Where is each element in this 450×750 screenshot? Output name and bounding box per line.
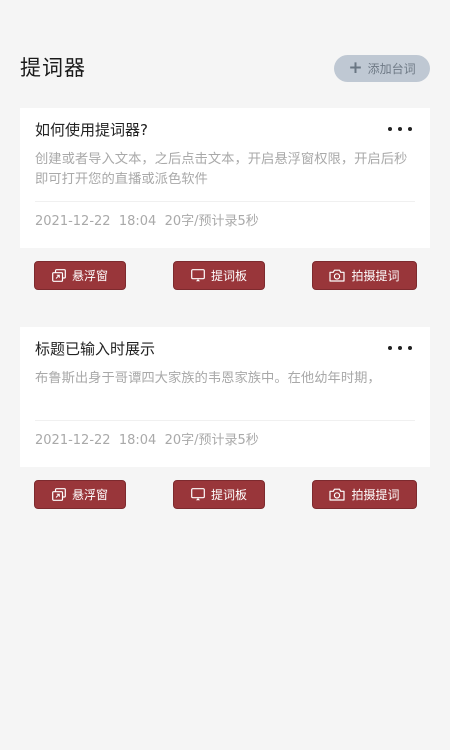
- float-window-label: 悬浮窗: [71, 488, 108, 502]
- float-window-icon: [52, 269, 66, 282]
- card-meta: 2021-12-22 18:04 20字/预计录5秒: [35, 212, 259, 232]
- divider: [35, 420, 415, 421]
- card-time: 18:04: [118, 433, 157, 448]
- board-label: 提词板: [210, 269, 247, 283]
- card-description: 布鲁斯出身于哥谭四大家族的韦恩家族中。在他幼年时期，: [35, 371, 381, 386]
- card-title: 标题已输入时展示: [35, 340, 156, 358]
- float-window-button[interactable]: 悬浮窗: [34, 261, 126, 290]
- plus-icon: +: [348, 58, 363, 78]
- script-card[interactable]: 标题已输入时展示 布鲁斯出身于哥谭四大家族的韦恩家族中。在他幼年时期， 2021…: [20, 327, 430, 467]
- float-window-label: 悬浮窗: [71, 269, 108, 283]
- teleprompter-board-button[interactable]: 提词板: [173, 261, 265, 290]
- board-label: 提词板: [210, 488, 247, 502]
- script-card[interactable]: 如何使用提词器? 创建或者导入文本，之后点击文本，开启悬浮窗权限，开启后秒即可打…: [20, 108, 430, 248]
- add-script-label: 添加台词: [367, 62, 416, 76]
- float-window-icon: [52, 488, 66, 501]
- board-icon: [191, 269, 205, 282]
- card-stats: 20字/预计录5秒: [164, 214, 259, 229]
- camera-prompt-label: 拍摄提词: [351, 488, 400, 502]
- card-date: 2021-12-22: [35, 214, 111, 229]
- card-description: 创建或者导入文本，之后点击文本，开启悬浮窗权限，开启后秒即可打开您的直播或派色软…: [35, 152, 408, 187]
- camera-prompt-button[interactable]: 拍摄提词: [312, 261, 417, 290]
- page-title: 提词器: [20, 56, 86, 80]
- divider: [35, 201, 415, 202]
- card-title: 如何使用提词器?: [35, 121, 148, 139]
- card-meta: 2021-12-22 18:04 20字/预计录5秒: [35, 431, 259, 451]
- card-stats: 20字/预计录5秒: [164, 433, 259, 448]
- card-time: 18:04: [118, 214, 157, 229]
- board-icon: [191, 488, 205, 501]
- camera-prompt-button[interactable]: 拍摄提词: [312, 480, 417, 509]
- camera-icon: [329, 488, 346, 501]
- camera-icon: [329, 269, 346, 282]
- more-icon[interactable]: [388, 126, 412, 132]
- more-icon[interactable]: [388, 345, 412, 351]
- add-script-button[interactable]: + 添加台词: [334, 55, 430, 82]
- card-date: 2021-12-22: [35, 433, 111, 448]
- float-window-button[interactable]: 悬浮窗: [34, 480, 126, 509]
- camera-prompt-label: 拍摄提词: [351, 269, 400, 283]
- teleprompter-board-button[interactable]: 提词板: [173, 480, 265, 509]
